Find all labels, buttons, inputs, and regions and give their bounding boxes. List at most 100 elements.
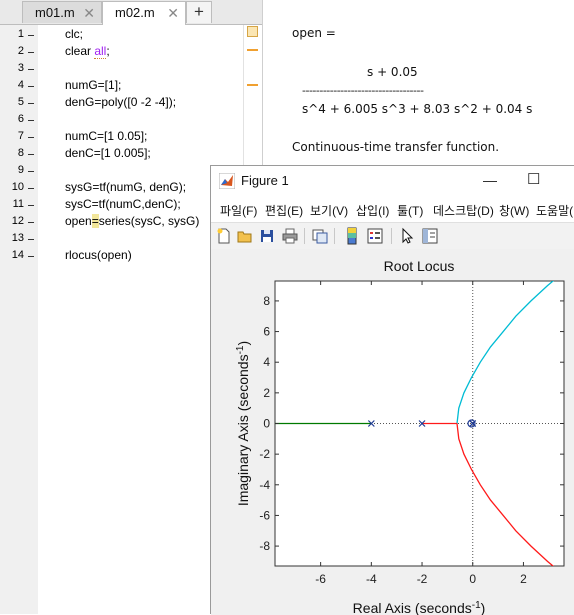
code-line-1[interactable]: clc; bbox=[65, 27, 83, 41]
tab-label: m02.m bbox=[115, 5, 155, 20]
editor-tab-bar: m01.m ✕ m02.m ✕ + bbox=[0, 0, 262, 25]
breakpoint-marker[interactable] bbox=[28, 35, 34, 36]
y-tick-label: 2 bbox=[263, 386, 270, 400]
breakpoint-marker[interactable] bbox=[28, 103, 34, 104]
figure-title-bar: Figure 1 — ☐ bbox=[211, 166, 574, 196]
y-tick-label: 0 bbox=[263, 417, 270, 431]
breakpoint-marker[interactable] bbox=[28, 256, 34, 257]
breakpoint-marker[interactable] bbox=[28, 120, 34, 121]
menu-view[interactable]: 보기(V) bbox=[310, 202, 348, 219]
code-line-7[interactable]: numC=[1 0.05]; bbox=[65, 129, 147, 143]
warning-mark[interactable] bbox=[247, 49, 258, 51]
x-tick-label: -4 bbox=[366, 572, 377, 586]
keyword: all bbox=[94, 44, 107, 59]
breakpoint-marker[interactable] bbox=[28, 137, 34, 138]
breakpoint-marker[interactable] bbox=[28, 222, 34, 223]
code-analyzer-indicator[interactable] bbox=[247, 26, 258, 37]
matlab-logo-icon bbox=[219, 173, 235, 189]
line-number: 12 bbox=[11, 215, 24, 227]
figure-menu-bar: 파일(F) 편집(E) 보기(V) 삽입(I) 툴(T) 데스크탑(D) 창(W… bbox=[211, 198, 574, 220]
output-denominator: s^4 + 6.005 s^3 + 8.03 s^2 + 0.04 s bbox=[302, 102, 533, 116]
line-number: 9 bbox=[17, 164, 24, 176]
menu-help[interactable]: 도움말(H) bbox=[536, 202, 574, 219]
code-line-11[interactable]: sysC=tf(numC,denC); bbox=[65, 197, 181, 211]
breakpoint-marker[interactable] bbox=[28, 69, 34, 70]
code-line-5[interactable]: denG=poly([0 -2 -4]); bbox=[65, 95, 176, 109]
legend-icon[interactable] bbox=[366, 227, 384, 245]
x-axis-label: Real Axis (seconds-1) bbox=[353, 600, 486, 615]
x-label-end: ) bbox=[481, 600, 486, 615]
y-tick-label: 4 bbox=[263, 355, 270, 369]
y-tick-label: 6 bbox=[263, 325, 270, 339]
figure-toolbar bbox=[211, 222, 574, 250]
close-icon[interactable]: ✕ bbox=[167, 2, 179, 24]
breakpoint-marker[interactable] bbox=[28, 188, 34, 189]
breakpoint-marker[interactable] bbox=[28, 205, 34, 206]
code-line-8[interactable]: denC=[1 0.005]; bbox=[65, 146, 151, 160]
save-icon[interactable] bbox=[258, 227, 276, 245]
line-number: 1 bbox=[17, 28, 24, 40]
colorbar-icon[interactable] bbox=[343, 227, 361, 245]
menu-insert[interactable]: 삽입(I) bbox=[356, 202, 389, 219]
breakpoint-marker[interactable] bbox=[28, 52, 34, 53]
close-icon[interactable]: ✕ bbox=[83, 2, 95, 24]
code-text: clear bbox=[65, 44, 95, 58]
menu-window[interactable]: 창(W) bbox=[499, 202, 529, 219]
line-number: 4 bbox=[17, 79, 24, 91]
breakpoint-marker[interactable] bbox=[28, 154, 34, 155]
line-number: 8 bbox=[17, 147, 24, 159]
output-divider: ----------------------------------- bbox=[302, 84, 424, 97]
line-number: 2 bbox=[17, 45, 24, 57]
tab-m02[interactable]: m02.m ✕ bbox=[102, 1, 186, 25]
line-number: 14 bbox=[11, 249, 24, 261]
y-tick-label: -6 bbox=[259, 508, 270, 522]
x-tick-label: -6 bbox=[315, 572, 326, 586]
output-numerator: s + 0.05 bbox=[367, 65, 418, 79]
breakpoint-marker[interactable] bbox=[28, 171, 34, 172]
figure-canvas: Root Locus Real Axis (seconds-1) Imagina… bbox=[211, 249, 574, 615]
figure-window: Figure 1 — ☐ 파일(F) 편집(E) 보기(V) 삽입(I) 툴(T… bbox=[210, 165, 574, 615]
output-description: Continuous-time transfer function. bbox=[292, 140, 500, 154]
add-tab-button[interactable]: + bbox=[186, 1, 212, 23]
menu-desktop[interactable]: 데스크탑(D) bbox=[433, 202, 494, 219]
x-tick-label: 0 bbox=[469, 572, 476, 586]
breakpoint-marker[interactable] bbox=[28, 239, 34, 240]
minimize-button[interactable]: — bbox=[483, 172, 497, 188]
line-number: 6 bbox=[17, 113, 24, 125]
y-tick-label: -4 bbox=[259, 478, 270, 492]
output-var-line: open = bbox=[292, 26, 336, 40]
root-locus-chart[interactable]: Root Locus Real Axis (seconds-1) Imagina… bbox=[211, 249, 574, 615]
line-number: 5 bbox=[17, 96, 24, 108]
open-file-icon[interactable] bbox=[236, 227, 254, 245]
y-tick-label: -2 bbox=[259, 447, 270, 461]
breakpoint-marker[interactable] bbox=[28, 86, 34, 87]
x-tick-label: -2 bbox=[417, 572, 428, 586]
code-text: open bbox=[65, 214, 92, 228]
code-line-12[interactable]: open=series(sysC, sysG) bbox=[65, 214, 199, 228]
menu-tools[interactable]: 툴(T) bbox=[397, 202, 423, 219]
code-line-4[interactable]: numG=[1]; bbox=[65, 78, 121, 92]
print-icon[interactable] bbox=[281, 227, 299, 245]
figure-title: Figure 1 bbox=[241, 173, 289, 188]
toolbar-separator bbox=[391, 228, 392, 244]
y-tick-label: 8 bbox=[263, 294, 270, 308]
link-plot-icon[interactable] bbox=[311, 227, 329, 245]
chart-title: Root Locus bbox=[384, 258, 455, 274]
line-number: 7 bbox=[17, 130, 24, 142]
new-figure-icon[interactable] bbox=[215, 227, 233, 245]
maximize-button[interactable]: ☐ bbox=[527, 170, 540, 188]
toolbar-separator bbox=[334, 228, 335, 244]
pointer-icon[interactable] bbox=[398, 227, 416, 245]
code-line-14[interactable]: rlocus(open) bbox=[65, 248, 132, 262]
code-line-2[interactable]: clear all; bbox=[65, 44, 110, 59]
code-line-10[interactable]: sysG=tf(numG, denG); bbox=[65, 180, 186, 194]
tab-m01[interactable]: m01.m ✕ bbox=[22, 1, 102, 23]
menu-edit[interactable]: 편집(E) bbox=[265, 202, 303, 219]
y-label-end: ) bbox=[235, 341, 251, 346]
property-editor-icon[interactable] bbox=[421, 227, 439, 245]
line-number: 10 bbox=[11, 181, 24, 193]
warning-mark[interactable] bbox=[247, 84, 258, 86]
toolbar-separator bbox=[304, 228, 305, 244]
tab-label: m01.m bbox=[35, 5, 75, 20]
menu-file[interactable]: 파일(F) bbox=[220, 202, 257, 219]
